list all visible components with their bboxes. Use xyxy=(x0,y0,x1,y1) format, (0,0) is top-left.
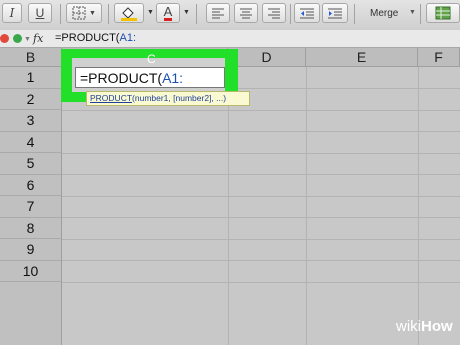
font-color-chevron-icon[interactable]: ▼ xyxy=(183,9,190,16)
column-header-f[interactable]: F xyxy=(418,48,460,67)
formula-reference: A1: xyxy=(119,32,136,44)
function-icon[interactable]: fx xyxy=(33,32,43,45)
borders-icon xyxy=(72,6,86,20)
align-left-icon xyxy=(212,8,224,19)
row-header-10[interactable]: 10 xyxy=(0,260,62,282)
row-header-9[interactable]: 9 xyxy=(0,239,62,261)
increase-indent-icon xyxy=(328,8,342,19)
column-header-b[interactable]: B xyxy=(0,48,62,67)
grid-line xyxy=(62,131,460,132)
formula-input[interactable]: =PRODUCT(A1: xyxy=(55,32,136,44)
grid-line xyxy=(62,174,460,175)
borders-button[interactable]: ▼ xyxy=(66,3,102,23)
font-color-button[interactable]: A xyxy=(156,3,180,23)
paint-bucket-icon xyxy=(121,7,137,21)
fill-color-swatch xyxy=(121,18,137,21)
chevron-down-icon: ▼ xyxy=(89,9,96,17)
align-left-button[interactable] xyxy=(206,3,230,23)
grid-line xyxy=(62,152,460,154)
row-header-6[interactable]: 6 xyxy=(0,174,62,196)
row-header-5[interactable]: 5 xyxy=(0,153,62,175)
toolbar-divider xyxy=(108,4,109,24)
toolbar-divider xyxy=(196,4,197,24)
confirm-icon[interactable] xyxy=(13,34,22,43)
row-header-2[interactable]: 2 xyxy=(0,88,62,110)
row-header-blank xyxy=(0,282,62,345)
fill-color-chevron-icon[interactable]: ▼ xyxy=(147,9,154,16)
grid-line xyxy=(62,195,460,197)
active-cell-reference: A1: xyxy=(162,70,184,86)
grid-line xyxy=(62,217,460,218)
row-header-1[interactable]: 1 xyxy=(0,67,62,89)
tooltip-function-link[interactable]: PRODUCT xyxy=(90,93,132,103)
active-cell-editor[interactable]: =PRODUCT(A1: xyxy=(75,67,225,88)
table-format-icon xyxy=(435,6,451,20)
formula-function: =PRODUCT( xyxy=(55,32,120,44)
row-header-4[interactable]: 4 xyxy=(0,131,62,153)
align-center-icon xyxy=(240,8,252,19)
merge-chevron-icon[interactable]: ▼ xyxy=(409,9,416,16)
grid-line xyxy=(62,281,460,283)
cancel-icon[interactable] xyxy=(0,34,9,43)
grid-line xyxy=(62,238,460,240)
function-tooltip[interactable]: PRODUCT(number1, [number2], ...) xyxy=(86,91,250,106)
underline-button[interactable]: U xyxy=(28,3,52,23)
formula-chevron-icon[interactable]: ▼ xyxy=(24,36,31,43)
active-cell-function: =PRODUCT( xyxy=(80,70,163,86)
toolbar-divider xyxy=(60,4,61,24)
toolbar-divider xyxy=(290,4,291,24)
ribbon-toolbar: I U ▼ ▼ A ▼ Merge ▼ xyxy=(0,0,460,31)
align-right-icon xyxy=(268,8,280,19)
wikihow-watermark: wikiHow xyxy=(396,318,453,335)
format-button[interactable] xyxy=(426,3,460,23)
font-color-label: A xyxy=(163,3,173,21)
increase-indent-button[interactable] xyxy=(322,3,348,23)
decrease-indent-icon xyxy=(300,8,314,19)
decrease-indent-button[interactable] xyxy=(294,3,320,23)
column-header-c-highlighted: C xyxy=(147,52,156,66)
grid-line xyxy=(62,260,460,261)
italic-button[interactable]: I xyxy=(2,3,22,23)
row-header-8[interactable]: 8 xyxy=(0,217,62,239)
align-right-button[interactable] xyxy=(262,3,286,23)
column-header-d[interactable]: D xyxy=(228,48,306,67)
formula-bar: ▼ fx =PRODUCT(A1: xyxy=(0,30,460,48)
toolbar-divider xyxy=(354,4,355,24)
column-header-e[interactable]: E xyxy=(306,48,418,67)
row-header-7[interactable]: 7 xyxy=(0,196,62,218)
grid-line xyxy=(62,109,460,111)
row-header-3[interactable]: 3 xyxy=(0,110,62,132)
merge-button[interactable]: Merge xyxy=(370,8,398,19)
fill-color-button[interactable] xyxy=(114,3,144,23)
toolbar-divider xyxy=(420,4,421,24)
align-center-button[interactable] xyxy=(234,3,258,23)
tooltip-args: (number1, [number2], ...) xyxy=(132,93,227,103)
